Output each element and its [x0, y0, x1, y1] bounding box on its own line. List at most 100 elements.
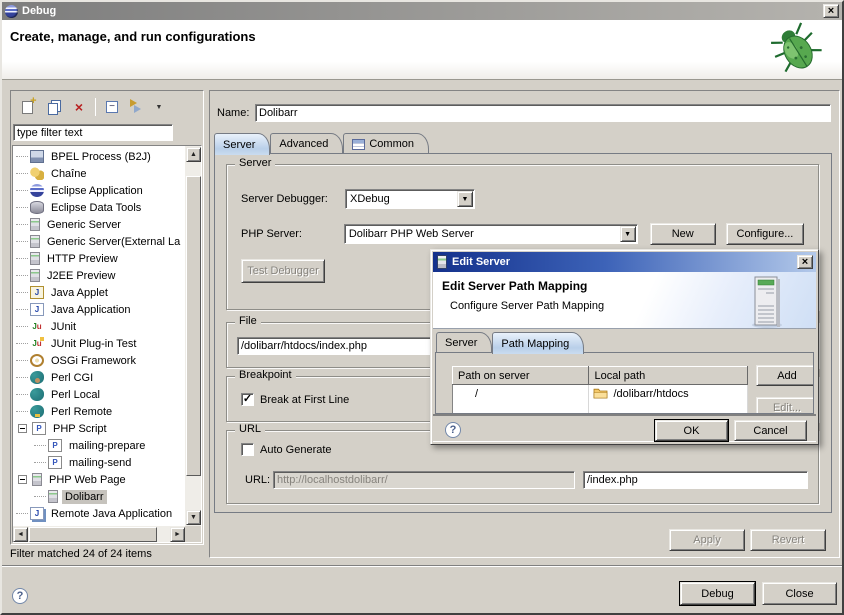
tree-item-j2ee-preview[interactable]: J2EE Preview	[13, 267, 184, 284]
launch-config-sidebar: × − ▼ BPEL Process (B2J) ChaîneEclipse Ap…	[10, 90, 204, 545]
tree-item-label: Generic Server(External La	[44, 235, 183, 249]
tree-guide-line	[16, 275, 28, 276]
tree-item-mailing-prepare[interactable]: Pmailing-prepare	[13, 437, 184, 454]
remote-java-icon: J	[30, 507, 44, 520]
tree-item-osgi-framework[interactable]: OSGi Framework	[13, 352, 184, 369]
url-path-input[interactable]	[583, 471, 808, 489]
mapping-row[interactable]: //dolibarr/htdocs	[453, 385, 748, 403]
break-first-line-checkbox[interactable]	[241, 393, 254, 406]
url-base-input	[273, 471, 575, 489]
edit-mapping-button[interactable]: Edit...	[756, 397, 814, 414]
osgi-icon	[30, 354, 44, 367]
dialog-tab-path-mapping[interactable]: Path Mapping	[492, 332, 584, 354]
tab-label: Server	[223, 139, 255, 151]
new-configuration-button[interactable]	[17, 97, 37, 117]
filter-status-text: Filter matched 24 of 24 items	[10, 548, 152, 560]
dialog-tab-server[interactable]: Server	[436, 332, 492, 353]
main-tab-advanced[interactable]: Advanced	[270, 133, 343, 154]
path-mapping-table[interactable]: Path on serverLocal path//dolibarr/htdoc…	[452, 366, 748, 414]
edit-server-dialog: Edit Server × Edit Server Path Mapping C…	[430, 249, 819, 445]
tree-vertical-scrollbar[interactable]: ▲ ▼	[185, 146, 201, 526]
delete-config-icon: ×	[75, 100, 83, 114]
tree-guide-line	[16, 241, 28, 242]
window-titlebar[interactable]: Debug ×	[2, 2, 842, 20]
tree-item-cha-ne[interactable]: Chaîne	[13, 165, 184, 182]
tree-horizontal-scrollbar[interactable]: ◄ ►	[13, 526, 185, 542]
tree-item-label: PHP Script	[50, 422, 110, 436]
cancel-button[interactable]: Cancel	[734, 420, 807, 441]
dialog-help-button[interactable]: ?	[445, 422, 461, 438]
tree-item-label: Java Application	[48, 303, 134, 317]
test-debugger-button[interactable]: Test Debugger	[241, 259, 325, 283]
main-tab-server[interactable]: Server	[214, 133, 270, 155]
new-server-button[interactable]: New	[650, 223, 716, 245]
tree-item-bpel-process-b2j-[interactable]: BPEL Process (B2J)	[13, 148, 184, 165]
filter-launch-button[interactable]	[128, 97, 148, 117]
duplicate-configuration-button[interactable]	[43, 97, 63, 117]
scroll-up-arrow[interactable]: ▲	[186, 147, 201, 162]
edit-server-titlebar[interactable]: Edit Server ×	[433, 252, 816, 272]
add-mapping-button[interactable]: Add	[756, 365, 814, 386]
tree-item-generic-server-external-la[interactable]: Generic Server(External La	[13, 233, 184, 250]
tree-item-php-web-page[interactable]: PHP Web Page	[13, 471, 184, 488]
tree-item-label: Chaîne	[48, 167, 89, 181]
php-server-select[interactable]: Dolibarr PHP Web Server ▼	[344, 224, 638, 244]
revert-button[interactable]: Revert	[750, 529, 826, 551]
delete-configuration-button[interactable]: ×	[69, 97, 89, 117]
server-group-label: Server	[235, 157, 275, 169]
name-input[interactable]	[255, 104, 831, 122]
column-header[interactable]: Local path	[589, 367, 748, 385]
server-debugger-label: Server Debugger:	[241, 193, 345, 205]
column-header[interactable]: Path on server	[453, 367, 589, 385]
tree-item-http-preview[interactable]: HTTP Preview	[13, 250, 184, 267]
tree-item-label: JUnit Plug-in Test	[48, 337, 139, 351]
tree-item-junit-plug-in-test[interactable]: JuJUnit Plug-in Test	[13, 335, 184, 352]
ok-button[interactable]: OK	[655, 420, 728, 441]
tree-item-java-application[interactable]: JJava Application	[13, 301, 184, 318]
edit-server-close-button[interactable]: ×	[797, 255, 813, 269]
chevron-down-icon[interactable]: ▼	[457, 191, 473, 207]
help-button[interactable]: ?	[12, 588, 28, 604]
scroll-down-arrow[interactable]: ▼	[186, 510, 201, 525]
debug-button[interactable]: Debug	[680, 582, 755, 605]
filter-input[interactable]	[13, 124, 173, 141]
server-debugger-select[interactable]: XDebug ▼	[345, 189, 475, 209]
server-icon	[30, 235, 40, 248]
tree-item-generic-server[interactable]: Generic Server	[13, 216, 184, 233]
apply-button[interactable]: Apply	[669, 529, 745, 551]
auto-generate-checkbox[interactable]	[241, 443, 254, 456]
main-tab-common[interactable]: Common	[343, 133, 429, 154]
scroll-left-arrow[interactable]: ◄	[13, 527, 28, 542]
collapse-all-button[interactable]: −	[102, 97, 122, 117]
tree-item-eclipse-data-tools[interactable]: Eclipse Data Tools	[13, 199, 184, 216]
expander-minus-icon[interactable]	[18, 424, 27, 433]
expander-minus-icon[interactable]	[18, 475, 27, 484]
tree-item-dolibarr[interactable]: Dolibarr	[13, 488, 184, 505]
tree-item-perl-remote[interactable]: Perl Remote	[13, 403, 184, 420]
filter-menu-dropdown[interactable]: ▼	[154, 97, 164, 117]
url-group-label: URL	[235, 423, 265, 435]
tree-item-label: OSGi Framework	[48, 354, 139, 368]
tree-item-php-script[interactable]: PPHP Script	[13, 420, 184, 437]
scroll-right-arrow[interactable]: ►	[170, 527, 185, 542]
tree-item-mailing-send[interactable]: Pmailing-send	[13, 454, 184, 471]
close-button[interactable]: Close	[762, 582, 837, 605]
tree-item-eclipse-application[interactable]: Eclipse Application	[13, 182, 184, 199]
tab-label: Server	[445, 337, 477, 349]
tree-item-junit[interactable]: JuJUnit	[13, 318, 184, 335]
tree-guide-line	[16, 190, 28, 191]
chevron-down-icon[interactable]: ▼	[620, 226, 636, 242]
tree-item-java-applet[interactable]: JJava Applet	[13, 284, 184, 301]
configure-server-button[interactable]: Configure...	[726, 223, 804, 245]
horizontal-scroll-thumb[interactable]	[29, 527, 157, 542]
name-label: Name:	[217, 107, 255, 119]
tree-item-perl-cgi[interactable]: Perl CGI	[13, 369, 184, 386]
tree-item-label: Generic Server	[44, 218, 124, 232]
tree-item-remote-java-application[interactable]: JRemote Java Application	[13, 505, 184, 522]
vertical-scroll-thumb[interactable]	[186, 176, 201, 476]
server-debugger-value: XDebug	[350, 193, 390, 205]
perl-icon	[30, 388, 44, 401]
window-close-button[interactable]: ×	[823, 4, 839, 18]
tree-guide-line	[16, 258, 28, 259]
tree-item-perl-local[interactable]: Perl Local	[13, 386, 184, 403]
